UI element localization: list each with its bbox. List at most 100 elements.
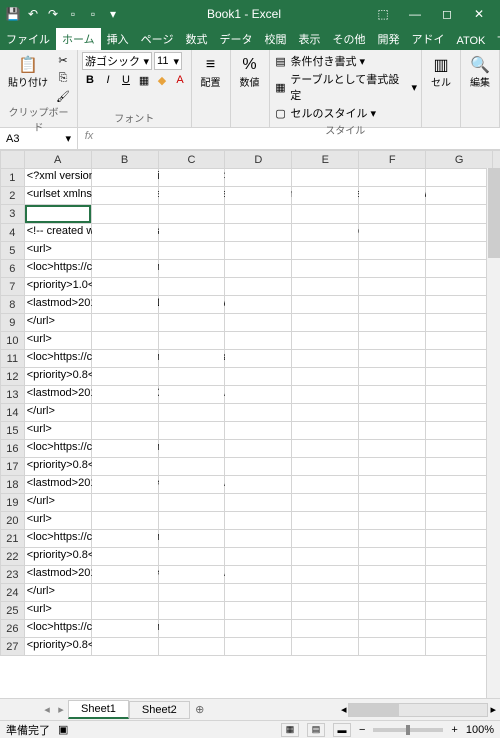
cell[interactable] — [359, 422, 426, 440]
cell[interactable] — [158, 476, 225, 494]
cell[interactable] — [91, 440, 158, 458]
cell[interactable] — [292, 584, 359, 602]
cell[interactable] — [91, 602, 158, 620]
cell[interactable] — [426, 296, 493, 314]
cell[interactable] — [91, 187, 158, 205]
cell[interactable] — [158, 314, 225, 332]
cell[interactable] — [158, 584, 225, 602]
macro-record-icon[interactable]: ▣ — [58, 723, 68, 736]
cell[interactable] — [426, 620, 493, 638]
cell[interactable] — [359, 530, 426, 548]
cell[interactable] — [426, 224, 493, 242]
cell[interactable] — [91, 512, 158, 530]
row-header[interactable]: 1 — [1, 169, 25, 187]
cell[interactable] — [91, 205, 158, 224]
cell[interactable] — [359, 314, 426, 332]
col-header[interactable]: D — [225, 151, 292, 169]
cell[interactable] — [225, 458, 292, 476]
row-header[interactable]: 13 — [1, 386, 25, 404]
cell[interactable]: <priority>0.8</priority> — [24, 638, 91, 656]
row-header[interactable]: 12 — [1, 368, 25, 386]
cell[interactable] — [158, 566, 225, 584]
cell[interactable]: <url> — [24, 422, 91, 440]
cell[interactable] — [359, 278, 426, 296]
cell[interactable] — [359, 476, 426, 494]
cell[interactable] — [292, 350, 359, 368]
cell[interactable] — [359, 224, 426, 242]
tab-formula[interactable]: 数式 — [179, 28, 213, 50]
cell[interactable]: <loc>https://curio-shiki.com/voice/</loc… — [24, 440, 91, 458]
cell[interactable] — [158, 422, 225, 440]
tab-atok[interactable]: ATOK — [450, 32, 491, 50]
cell[interactable] — [158, 602, 225, 620]
cell[interactable] — [426, 314, 493, 332]
cell[interactable]: <priority>0.8</priority> — [24, 458, 91, 476]
cell[interactable] — [158, 368, 225, 386]
row-header[interactable]: 25 — [1, 602, 25, 620]
cell[interactable] — [91, 260, 158, 278]
tab-insert[interactable]: 挿入 — [101, 28, 135, 50]
cell[interactable]: </url> — [24, 494, 91, 512]
horizontal-scrollbar[interactable]: ◂ ▸ — [210, 703, 500, 717]
cell[interactable] — [426, 458, 493, 476]
row-header[interactable]: 20 — [1, 512, 25, 530]
cell[interactable] — [158, 404, 225, 422]
cell[interactable] — [91, 242, 158, 260]
cell[interactable] — [158, 169, 225, 187]
edit-button[interactable]: 🔍編集 — [465, 52, 495, 91]
cell[interactable] — [225, 602, 292, 620]
tab-data[interactable]: データ — [213, 28, 258, 50]
row-header[interactable]: 14 — [1, 404, 25, 422]
cell[interactable] — [426, 205, 493, 224]
cell[interactable] — [426, 278, 493, 296]
row-header[interactable]: 7 — [1, 278, 25, 296]
cell[interactable] — [292, 548, 359, 566]
scroll-thumb[interactable] — [488, 168, 500, 258]
cell[interactable] — [91, 314, 158, 332]
cell[interactable] — [225, 169, 292, 187]
cell[interactable]: </url> — [24, 404, 91, 422]
cell[interactable] — [292, 205, 359, 224]
fill-color-button[interactable]: ◆ — [154, 72, 170, 88]
worksheet-grid[interactable]: ABCDEFGH1<?xml version="1.0" encoding="U… — [0, 150, 500, 698]
row-header[interactable]: 24 — [1, 584, 25, 602]
cell[interactable] — [359, 566, 426, 584]
cell[interactable] — [158, 512, 225, 530]
cut-icon[interactable]: ✂ — [55, 52, 71, 68]
sheet-tab-1[interactable]: Sheet1 — [68, 700, 129, 719]
cell[interactable]: </url> — [24, 314, 91, 332]
cell[interactable] — [426, 548, 493, 566]
col-header[interactable]: G — [426, 151, 493, 169]
tab-page[interactable]: ページ — [135, 28, 180, 50]
cell[interactable] — [225, 548, 292, 566]
tab-view[interactable]: 表示 — [292, 28, 326, 50]
cell[interactable] — [426, 187, 493, 205]
cell[interactable] — [292, 422, 359, 440]
cell[interactable] — [292, 260, 359, 278]
cell[interactable] — [158, 494, 225, 512]
format-painter-icon[interactable]: 🖌 — [55, 88, 71, 104]
cell[interactable] — [91, 368, 158, 386]
tab-team[interactable]: Tean — [491, 32, 500, 50]
cell[interactable] — [426, 476, 493, 494]
cell[interactable] — [225, 242, 292, 260]
cell[interactable] — [225, 440, 292, 458]
cell[interactable] — [359, 386, 426, 404]
scroll-right-icon[interactable]: ▸ — [490, 703, 496, 716]
cell[interactable] — [426, 602, 493, 620]
cell[interactable] — [426, 332, 493, 350]
view-break-icon[interactable]: ▬ — [333, 723, 351, 737]
sheet-nav-next[interactable]: ▸ — [54, 703, 68, 716]
number-button[interactable]: %数値 — [235, 52, 265, 91]
cell[interactable] — [292, 602, 359, 620]
tab-review[interactable]: 校閲 — [258, 28, 292, 50]
cell[interactable] — [158, 296, 225, 314]
cell[interactable] — [158, 638, 225, 656]
cell[interactable] — [91, 638, 158, 656]
maximize-icon[interactable]: ◻ — [432, 4, 462, 24]
col-header[interactable]: F — [359, 151, 426, 169]
row-header[interactable]: 15 — [1, 422, 25, 440]
col-header[interactable]: C — [158, 151, 225, 169]
row-header[interactable]: 9 — [1, 314, 25, 332]
cell[interactable]: <url> — [24, 332, 91, 350]
